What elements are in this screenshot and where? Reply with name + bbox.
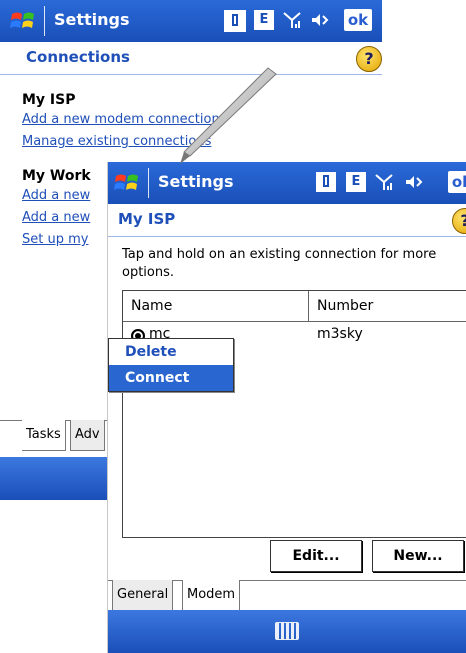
title-separator [44,6,45,36]
title-bar: Settings E ok [108,162,466,204]
edit-button[interactable]: Edit... [270,540,362,572]
new-button[interactable]: New... [372,540,464,572]
list-header: Name Number [123,291,466,322]
e-icon[interactable]: E [346,172,366,192]
connections-list[interactable]: Name Number mc m3sky [122,290,466,538]
title-bar: Settings E ok [0,0,382,42]
menu-item-connect[interactable]: Connect [109,365,233,391]
data-icon[interactable] [224,10,246,32]
windows-start-icon[interactable] [112,168,142,198]
page-title: Settings [158,172,234,191]
subheader: My ISP ? [108,204,466,237]
keyboard-icon[interactable] [275,622,299,640]
speaker-icon[interactable] [310,10,330,30]
add-new-link-1[interactable]: Add a new [22,188,90,203]
tab-tasks[interactable]: Tasks [22,420,66,451]
set-up-link[interactable]: Set up my [22,232,88,247]
my-isp-heading: My ISP [22,92,76,108]
menu-item-delete[interactable]: Delete [109,339,233,365]
context-menu: Delete Connect [108,338,234,392]
instructions-text: Tap and hold on an existing connection f… [122,247,437,280]
subheader: Connections ? [0,42,382,75]
tab-general[interactable]: General [112,580,174,611]
tab-modem[interactable]: Modem [182,580,241,611]
e-icon[interactable]: E [254,10,274,30]
help-icon[interactable]: ? [452,208,466,234]
column-header-number[interactable]: Number [309,291,466,321]
ok-button[interactable]: ok [448,171,466,193]
manage-connections-link[interactable]: Manage existing connections [22,134,211,149]
add-new-link-2[interactable]: Add a new [22,210,90,225]
connection-number: m3sky [317,326,363,342]
column-header-name[interactable]: Name [123,291,309,321]
ok-button[interactable]: ok [344,9,372,31]
my-work-heading: My Work [22,168,91,184]
tab-advanced[interactable]: Adv [70,420,105,451]
bottom-bar [108,610,466,653]
help-icon[interactable]: ? [356,46,382,72]
my-isp-screen: Settings E ok My ISP ? Tap and hold on a… [108,162,466,653]
speaker-icon[interactable] [404,172,424,192]
add-modem-connection-link[interactable]: Add a new modem connection [22,112,220,127]
page-subheader: My ISP [118,210,176,228]
page-subheader: Connections [26,48,130,66]
title-separator [148,168,149,198]
signal-icon[interactable] [374,172,394,192]
windows-start-icon[interactable] [8,6,38,36]
signal-icon[interactable] [282,10,302,30]
page-title: Settings [54,10,130,29]
data-icon[interactable] [316,172,336,192]
